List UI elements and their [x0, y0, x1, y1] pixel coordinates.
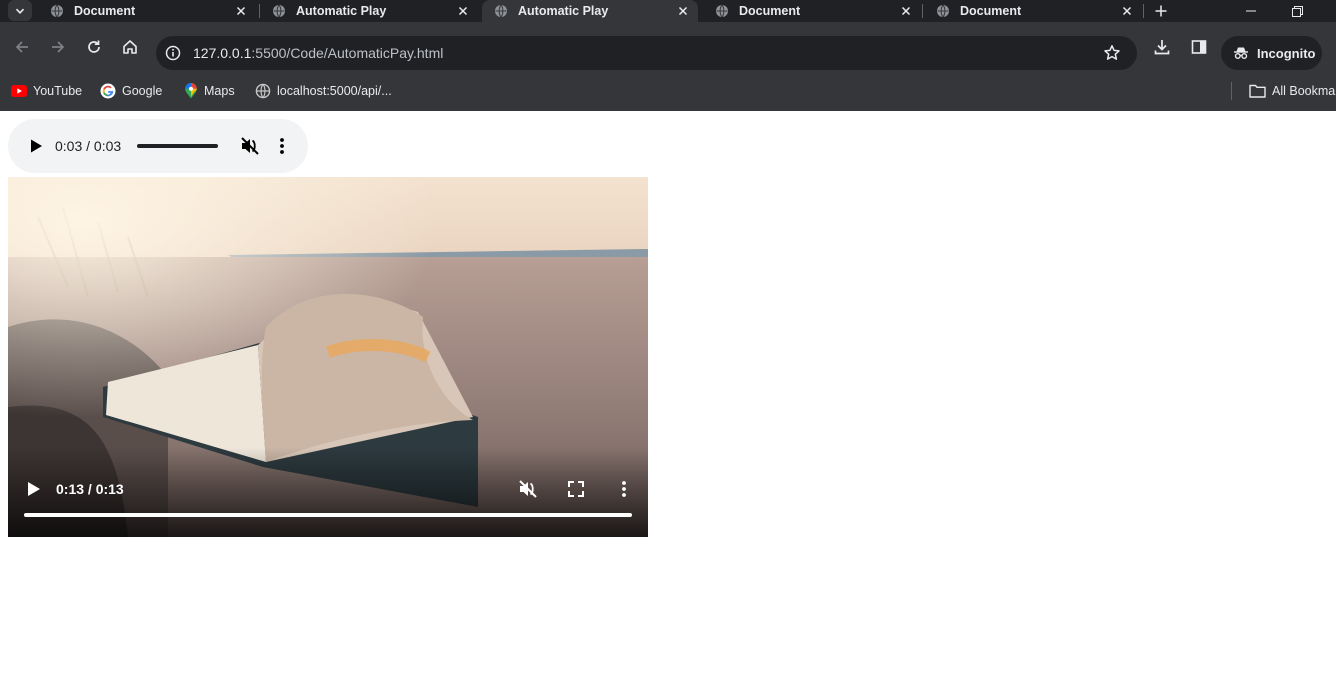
plus-icon [1155, 5, 1167, 17]
more-vert-icon[interactable] [614, 479, 634, 499]
bookmark-youtube[interactable]: YouTube [11, 82, 82, 100]
chevron-down-icon [15, 8, 25, 14]
muted-speaker-icon[interactable] [240, 136, 260, 156]
restore-button[interactable] [1274, 0, 1320, 22]
tab-document-2[interactable]: Document [703, 0, 921, 22]
tab-strip: Document Automatic Play Automatic Play D… [0, 0, 1336, 22]
maps-icon [185, 83, 197, 99]
home-icon [123, 40, 137, 54]
audio-player: 0:03 / 0:03 [8, 119, 308, 173]
audio-progress-bar[interactable] [137, 144, 218, 148]
url-path: :5500/Code/AutomaticPay.html [251, 45, 444, 61]
google-icon [100, 83, 116, 99]
video-progress-bar[interactable] [24, 513, 632, 517]
side-panel-icon [1191, 40, 1207, 54]
audio-time: 0:03 / 0:03 [55, 138, 122, 154]
tab-separator [922, 4, 923, 18]
close-icon[interactable] [456, 4, 470, 18]
globe-icon [495, 4, 507, 18]
minimize-button[interactable] [1228, 0, 1274, 22]
bookmark-maps[interactable]: Maps [184, 82, 235, 100]
muted-speaker-icon[interactable] [518, 479, 538, 499]
folder-icon [1249, 84, 1266, 98]
more-vert-icon[interactable] [274, 136, 290, 156]
bookmarks-bar: YouTube Google Maps localhost:5000/api/.… [0, 72, 1336, 111]
reload-icon [88, 40, 100, 53]
bookmark-label: YouTube [33, 84, 83, 98]
tab-search-button[interactable] [8, 0, 32, 21]
video-progress-fill [24, 513, 632, 517]
url-host: 127.0.0.1 [193, 45, 252, 61]
tab-document-3[interactable]: Document [924, 0, 1142, 22]
video-time: 0:13 / 0:13 [56, 481, 124, 497]
tab-automatic-play-active[interactable]: Automatic Play [482, 0, 698, 22]
tab-separator [1143, 4, 1144, 18]
tab-automatic-play-1[interactable]: Automatic Play [260, 0, 478, 22]
minimize-icon [1246, 10, 1256, 12]
play-icon[interactable] [28, 138, 44, 154]
bookmark-label: Maps [204, 84, 235, 98]
close-icon[interactable] [899, 4, 913, 18]
reload-button[interactable] [82, 35, 106, 59]
arrow-right-icon [52, 41, 65, 53]
downloads-button[interactable] [1150, 35, 1174, 59]
back-button[interactable] [10, 35, 34, 59]
bookmark-localhost[interactable]: localhost:5000/api/... [255, 82, 392, 100]
close-icon[interactable] [1120, 4, 1134, 18]
bookmark-label: localhost:5000/api/... [277, 84, 392, 98]
video-player[interactable]: 0:13 / 0:13 [8, 177, 648, 537]
fullscreen-icon[interactable] [566, 479, 586, 499]
incognito-label: Incognito [1257, 45, 1316, 61]
toolbar: 127.0.0.1:5500/Code/AutomaticPay.html In… [0, 22, 1336, 72]
globe-icon [716, 4, 728, 18]
home-button[interactable] [118, 35, 142, 59]
tab-document-1[interactable]: Document [38, 0, 256, 22]
all-bookmarks[interactable]: All Bookma [1249, 82, 1335, 100]
arrow-left-icon [15, 41, 28, 53]
globe-icon [255, 83, 271, 99]
incognito-button[interactable]: Incognito [1221, 36, 1322, 70]
forward-button[interactable] [46, 35, 70, 59]
close-icon[interactable] [234, 4, 248, 18]
audio-progress-fill [137, 144, 218, 148]
site-info-icon[interactable] [165, 45, 181, 61]
url-text[interactable]: 127.0.0.1:5500/Code/AutomaticPay.html [193, 45, 443, 61]
side-panel-button[interactable] [1187, 35, 1211, 59]
download-icon [1154, 40, 1170, 55]
globe-icon [51, 4, 63, 18]
new-tab-button[interactable] [1152, 2, 1170, 20]
tab-title: Document [960, 4, 1022, 18]
incognito-icon [1234, 47, 1248, 59]
youtube-icon [11, 85, 27, 97]
bookmark-label: Google [122, 84, 163, 98]
play-icon[interactable] [24, 480, 42, 498]
address-bar[interactable]: 127.0.0.1:5500/Code/AutomaticPay.html [156, 36, 1137, 70]
tab-title: Automatic Play [518, 4, 609, 18]
restore-icon [1291, 5, 1303, 17]
globe-icon [273, 4, 285, 18]
bookmark-google[interactable]: Google [100, 82, 162, 100]
star-icon[interactable] [1103, 44, 1121, 62]
globe-icon [937, 4, 949, 18]
tab-title: Automatic Play [296, 4, 387, 18]
bookmarks-divider [1231, 82, 1232, 100]
tab-title: Document [74, 4, 136, 18]
all-bookmarks-label: All Bookma [1272, 84, 1336, 98]
close-icon[interactable] [676, 4, 690, 18]
tab-title: Document [739, 4, 801, 18]
